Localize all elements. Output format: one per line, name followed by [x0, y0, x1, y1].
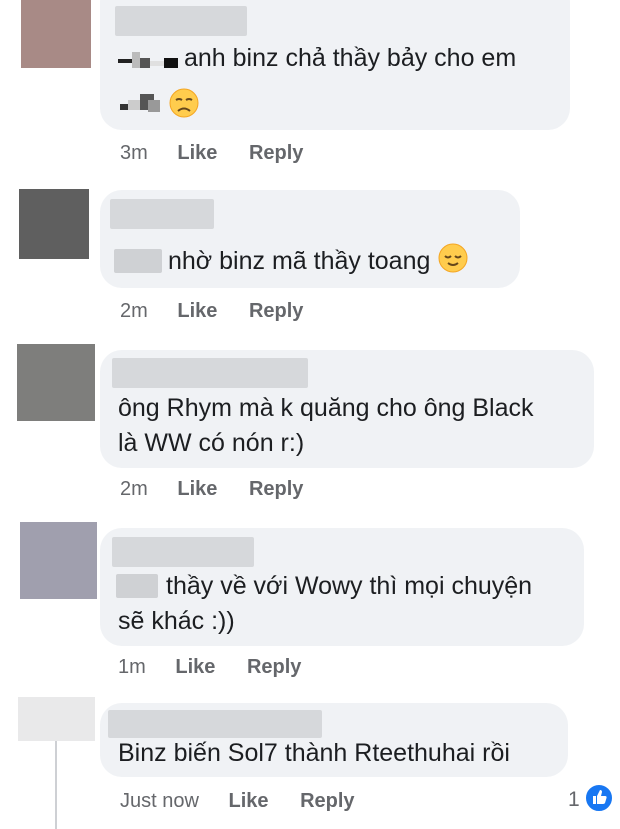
comment-meta: 3m Like Reply [120, 142, 303, 165]
thumbs-up-icon [583, 782, 614, 818]
author-name-redacted[interactable] [115, 6, 247, 36]
reply-button[interactable]: Reply [249, 478, 303, 500]
avatar[interactable] [17, 344, 95, 421]
comment-text-line-2: sẽ khác :)) [118, 607, 235, 635]
avatar[interactable] [18, 697, 95, 741]
reply-button[interactable]: Reply [249, 300, 303, 322]
relieved-face-emoji [437, 242, 469, 284]
like-button[interactable]: Like [177, 142, 217, 164]
reply-button[interactable]: Reply [300, 790, 354, 812]
thread-line [55, 741, 57, 829]
sad-face-emoji [168, 87, 200, 124]
author-name-redacted[interactable] [110, 199, 214, 229]
avatar[interactable] [21, 0, 91, 68]
reaction-summary[interactable]: 1 [568, 782, 614, 818]
redacted-mention [114, 249, 162, 273]
author-name-redacted[interactable] [112, 358, 308, 388]
author-name-redacted[interactable] [108, 710, 322, 738]
like-button[interactable]: Like [177, 300, 217, 322]
comment-text: anh binz chả thầy bảy cho em [184, 44, 517, 72]
like-button[interactable]: Like [229, 790, 269, 812]
comment-text-line-1: ông Rhym mà k quăng cho ông Black [118, 394, 534, 422]
comment-text-content: nhờ binz mã thầy toang [168, 247, 431, 275]
redacted-mention [116, 574, 158, 598]
reply-button[interactable]: Reply [247, 656, 301, 678]
redacted-mention [120, 92, 164, 119]
reply-button[interactable]: Reply [249, 142, 303, 164]
redacted-mention [118, 50, 180, 75]
avatar[interactable] [20, 522, 97, 599]
timestamp[interactable]: Just now [120, 790, 199, 812]
reaction-count: 1 [568, 788, 580, 811]
comment-meta: Just now Like Reply [120, 790, 355, 813]
comment-meta: 2m Like Reply [120, 478, 303, 501]
like-button[interactable]: Like [177, 478, 217, 500]
comment-text: Binz biến Sol7 thành Rteethuhai rồi [118, 739, 510, 767]
timestamp[interactable]: 1m [118, 656, 146, 678]
timestamp[interactable]: 3m [120, 142, 148, 164]
avatar[interactable] [19, 189, 89, 259]
comment-text: nhờ binz mã thầy toang [168, 242, 469, 284]
like-button[interactable]: Like [175, 656, 215, 678]
comment-text-line-2: là WW có nón r:) [118, 429, 305, 457]
comment-text-line-1: thầy về với Wowy thì mọi chuyện [166, 572, 533, 600]
comment-meta: 1m Like Reply [118, 656, 301, 679]
comment-meta: 2m Like Reply [120, 300, 303, 323]
timestamp[interactable]: 2m [120, 300, 148, 322]
timestamp[interactable]: 2m [120, 478, 148, 500]
author-name-redacted[interactable] [112, 537, 254, 567]
